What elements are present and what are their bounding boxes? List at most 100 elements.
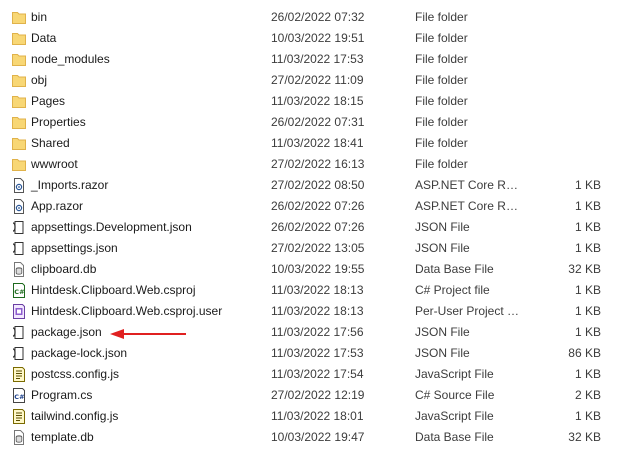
- file-modified-date: 10/03/2022 19:51: [271, 31, 365, 45]
- file-modified-date: 27/02/2022 12:19: [271, 388, 365, 402]
- file-row[interactable]: C# Hintdesk.Clipboard.Web.csproj 11/03/202…: [0, 280, 626, 301]
- file-size: 1 KB: [574, 325, 601, 339]
- file-modified-date: 11/03/2022 17:53: [271, 346, 364, 360]
- file-row[interactable]: node_modules 11/03/2022 17:53 File folder: [0, 49, 626, 70]
- file-row[interactable]: Hintdesk.Clipboard.Web.csproj.user 11/03/…: [0, 301, 626, 322]
- folder-icon: [12, 94, 26, 109]
- file-type: File folder: [415, 136, 468, 150]
- file-modified-date: 27/02/2022 11:09: [271, 73, 364, 87]
- file-modified-date: 26/02/2022 07:26: [271, 199, 365, 213]
- file-size: 1 KB: [574, 304, 601, 318]
- file-row[interactable]: obj 27/02/2022 11:09 File folder: [0, 70, 626, 91]
- file-modified-date: 27/02/2022 08:50: [271, 178, 365, 192]
- file-modified-date: 11/03/2022 18:41: [271, 136, 364, 150]
- file-size: 1 KB: [574, 199, 601, 213]
- file-modified-date: 10/03/2022 19:47: [271, 430, 365, 444]
- file-type: File folder: [415, 10, 468, 24]
- file-row[interactable]: tailwind.config.js 11/03/2022 18:01 JavaSc…: [0, 406, 626, 427]
- file-row[interactable]: _Imports.razor 27/02/2022 08:50 ASP.NET Co…: [0, 175, 626, 196]
- folder-icon: [12, 10, 26, 25]
- file-modified-date: 11/03/2022 18:13: [271, 304, 364, 318]
- file-size: 1 KB: [574, 241, 601, 255]
- file-size: 1 KB: [574, 283, 601, 297]
- folder-icon: [12, 52, 26, 67]
- file-modified-date: 10/03/2022 19:55: [271, 262, 365, 276]
- file-type: File folder: [415, 94, 468, 108]
- file-name: appsettings.Development.json: [31, 220, 192, 234]
- file-size: 1 KB: [574, 409, 601, 423]
- file-type: File folder: [415, 52, 468, 66]
- file-row[interactable]: App.razor 26/02/2022 07:26 ASP.NET Core Ra…: [0, 196, 626, 217]
- file-name: appsettings.json: [31, 241, 118, 255]
- file-type: JSON File: [415, 325, 470, 339]
- file-modified-date: 11/03/2022 17:54: [271, 367, 364, 381]
- csproj-file-icon: C#: [12, 283, 26, 298]
- file-name: obj: [31, 73, 48, 87]
- file-type: Data Base File: [415, 262, 494, 276]
- file-row[interactable]: Shared 11/03/2022 18:41 File folder: [0, 133, 626, 154]
- file-row[interactable]: postcss.config.js 11/03/2022 17:54 JavaScr…: [0, 364, 626, 385]
- file-modified-date: 11/03/2022 17:53: [271, 52, 364, 66]
- file-name: Data: [31, 31, 57, 45]
- folder-icon: [12, 157, 26, 172]
- file-type: JSON File: [415, 241, 470, 255]
- file-row[interactable]: bin 26/02/2022 07:32 File folder: [0, 7, 626, 28]
- file-type: Data Base File: [415, 430, 494, 444]
- file-type: JavaScript File: [415, 367, 494, 381]
- file-list: bin 26/02/2022 07:32 File folder Data 10/03/…: [0, 7, 626, 448]
- javascript-file-icon: [12, 367, 26, 382]
- user-project-file-icon: [12, 304, 26, 319]
- file-size: 32 KB: [568, 430, 601, 444]
- file-type: ASP.NET Core Raz...: [415, 199, 523, 213]
- file-row[interactable]: template.db 10/03/2022 19:47 Data Base Fil…: [0, 427, 626, 448]
- file-type: JSON File: [415, 346, 470, 360]
- file-modified-date: 11/03/2022 17:56: [271, 325, 364, 339]
- json-file-icon: [12, 220, 26, 235]
- file-size: 1 KB: [574, 178, 601, 192]
- file-row[interactable]: clipboard.db 10/03/2022 19:55 Data Base Fi…: [0, 259, 626, 280]
- annotation-arrow: [110, 329, 186, 339]
- database-file-icon: [12, 430, 26, 445]
- file-row[interactable]: appsettings.Development.json 26/02/2022 0…: [0, 217, 626, 238]
- file-name: node_modules: [31, 52, 110, 66]
- folder-icon: [12, 73, 26, 88]
- file-modified-date: 26/02/2022 07:32: [271, 10, 365, 24]
- file-row[interactable]: Data 10/03/2022 19:51 File folder: [0, 28, 626, 49]
- folder-icon: [12, 115, 26, 130]
- file-name: Hintdesk.Clipboard.Web.csproj.user: [31, 304, 223, 318]
- file-row[interactable]: Properties 26/02/2022 07:31 File folder: [0, 112, 626, 133]
- svg-text:C#: C#: [14, 288, 24, 296]
- svg-text:C#: C#: [14, 393, 24, 401]
- file-name: Pages: [31, 94, 66, 108]
- razor-file-icon: [12, 199, 26, 214]
- file-modified-date: 27/02/2022 16:13: [271, 157, 365, 171]
- file-type: File folder: [415, 115, 468, 129]
- file-name: Program.cs: [31, 388, 93, 402]
- file-name: _Imports.razor: [31, 178, 109, 192]
- file-row[interactable]: C# Program.cs 27/02/2022 12:19 C# Source Fi…: [0, 385, 626, 406]
- file-row[interactable]: package.json 11/03/2022 17:56 JSON File 1 K…: [0, 322, 626, 343]
- file-modified-date: 26/02/2022 07:31: [271, 115, 365, 129]
- file-type: File folder: [415, 73, 468, 87]
- file-name: template.db: [31, 430, 94, 444]
- json-file-icon: [12, 346, 26, 361]
- file-modified-date: 26/02/2022 07:26: [271, 220, 365, 234]
- file-type: File folder: [415, 157, 468, 171]
- file-modified-date: 27/02/2022 13:05: [271, 241, 365, 255]
- file-type: JSON File: [415, 220, 470, 234]
- file-modified-date: 11/03/2022 18:01: [271, 409, 364, 423]
- file-name: postcss.config.js: [31, 367, 120, 381]
- file-row[interactable]: appsettings.json 27/02/2022 13:05 JSON Fil…: [0, 238, 626, 259]
- file-row[interactable]: Pages 11/03/2022 18:15 File folder: [0, 91, 626, 112]
- file-row[interactable]: package-lock.json 11/03/2022 17:53 JSON Fi…: [0, 343, 626, 364]
- file-row[interactable]: wwwroot 27/02/2022 16:13 File folder: [0, 154, 626, 175]
- file-size: 32 KB: [568, 262, 601, 276]
- file-size: 1 KB: [574, 220, 601, 234]
- file-name: App.razor: [31, 199, 84, 213]
- razor-file-icon: [12, 178, 26, 193]
- file-name: Shared: [31, 136, 70, 150]
- folder-icon: [12, 31, 26, 46]
- file-modified-date: 11/03/2022 18:15: [271, 94, 364, 108]
- file-name: bin: [31, 10, 48, 24]
- file-type: JavaScript File: [415, 409, 494, 423]
